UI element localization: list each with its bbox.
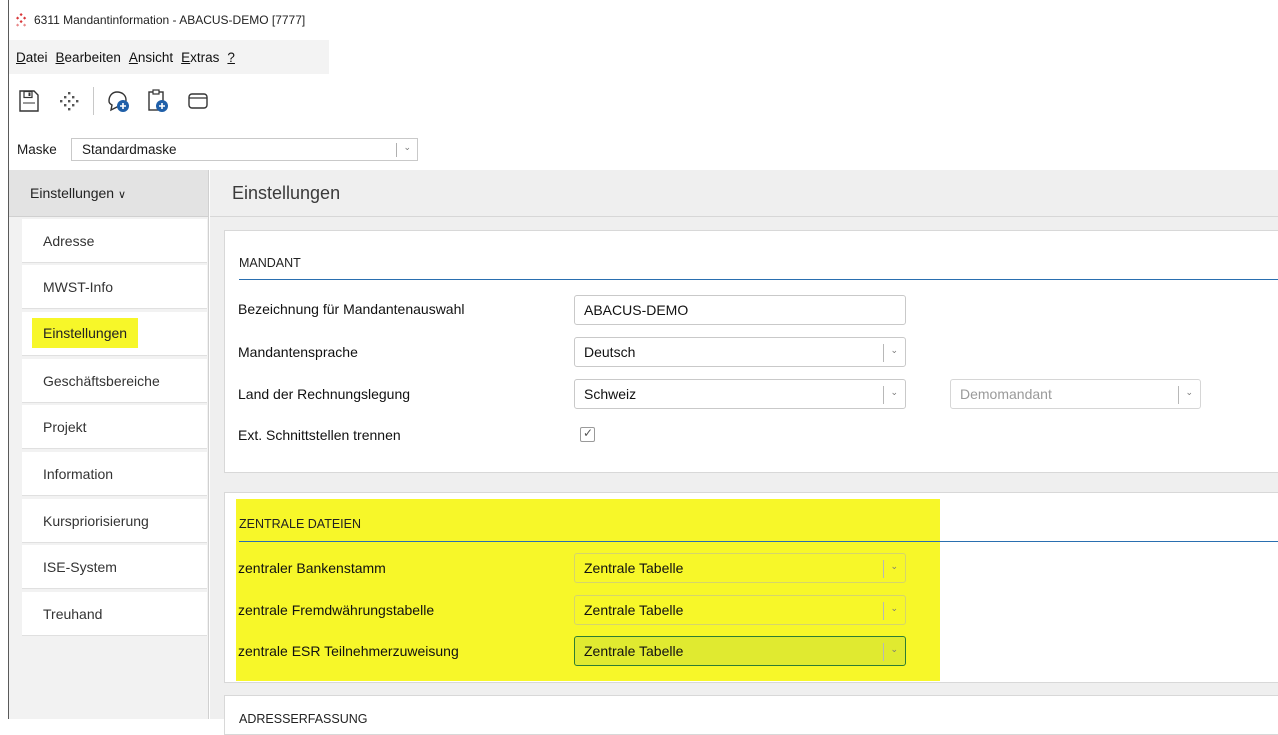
sidebar-item-ise-system[interactable]: ISE-System: [22, 545, 207, 589]
select-divider: [883, 386, 884, 404]
menu-datei[interactable]: Datei: [16, 50, 48, 65]
esr-select[interactable]: Zentrale Tabelle ⌄: [574, 636, 906, 666]
main-content: Einstellungen MANDANT Bezeichnung für Ma…: [210, 170, 1278, 735]
toolbar: [9, 80, 218, 122]
maske-label: Maske: [17, 142, 57, 157]
esr-value: Zentrale Tabelle: [584, 643, 684, 659]
save-button[interactable]: [9, 83, 49, 119]
mandantensprache-value: Deutsch: [584, 344, 636, 360]
land-label: Land der Rechnungslegung: [238, 386, 411, 402]
bezeichnung-input[interactable]: ABACUS-DEMO: [574, 295, 906, 325]
select-divider: [883, 643, 884, 661]
menu-help[interactable]: ?: [227, 50, 235, 65]
bezeichnung-label: Bezeichnung für Mandantenauswahl: [238, 301, 465, 317]
window-title: 6311 Mandantinformation - ABACUS-DEMO [7…: [34, 13, 306, 27]
fremdwaehrung-select[interactable]: Zentrale Tabelle ⌄: [574, 595, 906, 625]
section-rule: [239, 279, 1278, 280]
menu-bar: Datei Bearbeiten Ansicht Extras ?: [9, 40, 329, 74]
add-clipboard-button[interactable]: [138, 83, 178, 119]
land-extra-value: Demomandant: [960, 386, 1052, 402]
sidebar-item-projekt[interactable]: Projekt: [22, 405, 207, 449]
maske-select[interactable]: Standardmaske ⌄: [71, 138, 418, 161]
sidebar-item-label: Geschäftsbereiche: [43, 373, 160, 389]
toolbar-separator: [93, 87, 94, 115]
maske-divider: [396, 143, 397, 157]
panel-zentrale-dateien: ZENTRALE DATEIEN zentraler Bankenstamm Z…: [224, 492, 1278, 683]
select-divider: [1178, 386, 1179, 404]
select-divider: [883, 560, 884, 578]
sidebar-item-kurspriorisierung[interactable]: Kurspriorisierung: [22, 499, 207, 543]
network-button[interactable]: [49, 83, 89, 119]
bezeichnung-value: ABACUS-DEMO: [584, 302, 689, 318]
panel-adresserfassung: ADRESSERFASSUNG: [224, 695, 1278, 735]
sidebar-item-label: Kurspriorisierung: [43, 513, 149, 529]
app-logo-icon: [16, 13, 27, 27]
fremdwaehrung-label: zentrale Fremdwährungstabelle: [238, 602, 435, 618]
chevron-down-icon: ⌄: [1185, 387, 1193, 397]
mandantensprache-select[interactable]: Deutsch ⌄: [574, 337, 906, 367]
schnittstellen-label: Ext. Schnittstellen trennen: [238, 427, 401, 443]
mandantensprache-label: Mandantensprache: [238, 344, 358, 360]
title-divider: [210, 216, 1278, 217]
bankenstamm-label: zentraler Bankenstamm: [238, 560, 386, 576]
sidebar-item-einstellungen[interactable]: Einstellungen: [22, 312, 207, 356]
add-clipboard-icon: [148, 89, 168, 112]
panel-mandant: MANDANT Bezeichnung für Mandantenauswahl…: [224, 230, 1278, 473]
sidebar-item-label: Einstellungen: [32, 318, 139, 348]
bankenstamm-value: Zentrale Tabelle: [584, 560, 684, 576]
sidebar-item-treuhand[interactable]: Treuhand: [22, 592, 207, 636]
sidebar-item-label: MWST-Info: [43, 279, 114, 295]
bankenstamm-select[interactable]: Zentrale Tabelle ⌄: [574, 553, 906, 583]
page-title: Einstellungen: [232, 183, 341, 203]
add-comment-button[interactable]: [98, 83, 138, 119]
chevron-down-icon: ⌄: [890, 603, 898, 613]
land-value: Schweiz: [584, 386, 637, 402]
sidebar-item-label: Projekt: [43, 419, 87, 435]
sidebar-item-label: Information: [43, 466, 114, 482]
section-heading-zentrale: ZENTRALE DATEIEN: [239, 517, 362, 531]
window-button[interactable]: [178, 83, 218, 119]
sidebar: Einstellungen ∨ Adresse MWST-Info Einste…: [9, 170, 209, 719]
sidebar-header-label: Einstellungen: [30, 185, 115, 201]
title-bar: 6311 Mandantinformation - ABACUS-DEMO [7…: [14, 10, 305, 30]
land-extra-select: Demomandant ⌄: [950, 379, 1201, 409]
network-icon: [60, 92, 79, 111]
esr-label: zentrale ESR Teilnehmerzuweisung: [238, 643, 459, 659]
sidebar-header[interactable]: Einstellungen ∨: [9, 170, 208, 217]
sidebar-item-adresse[interactable]: Adresse: [22, 219, 207, 263]
select-divider: [883, 602, 884, 620]
section-heading-mandant: MANDANT: [239, 256, 301, 270]
select-divider: [883, 344, 884, 362]
menu-bearbeiten[interactable]: Bearbeiten: [56, 50, 121, 65]
sidebar-item-label: Adresse: [43, 233, 95, 249]
fremdwaehrung-value: Zentrale Tabelle: [584, 602, 684, 618]
menu-ansicht[interactable]: Ansicht: [129, 50, 173, 65]
check-icon: ✓: [583, 426, 594, 440]
sidebar-item-label: Treuhand: [43, 606, 103, 622]
section-rule: [239, 541, 1278, 542]
sidebar-item-information[interactable]: Information: [22, 452, 207, 496]
chevron-down-icon: ⌄: [890, 387, 898, 397]
sidebar-item-label: ISE-System: [43, 559, 117, 575]
chevron-down-icon: ⌄: [890, 644, 898, 654]
maske-value: Standardmaske: [82, 142, 177, 157]
window-icon: [188, 93, 208, 109]
chevron-down-icon: ⌄: [890, 345, 898, 355]
schnittstellen-checkbox[interactable]: ✓: [580, 426, 595, 442]
save-icon: [19, 90, 39, 112]
sidebar-item-geschaeftsbereiche[interactable]: Geschäftsbereiche: [22, 359, 207, 403]
chevron-down-icon: ∨: [117, 189, 127, 201]
sidebar-item-mwst-info[interactable]: MWST-Info: [22, 265, 207, 309]
menu-extras[interactable]: Extras: [181, 50, 219, 65]
chevron-down-icon: ⌄: [890, 561, 898, 571]
section-heading-adresserfassung: ADRESSERFASSUNG: [239, 712, 368, 726]
add-comment-icon: [108, 91, 129, 112]
chevron-down-icon: ⌄: [403, 142, 411, 152]
land-select[interactable]: Schweiz ⌄: [574, 379, 906, 409]
